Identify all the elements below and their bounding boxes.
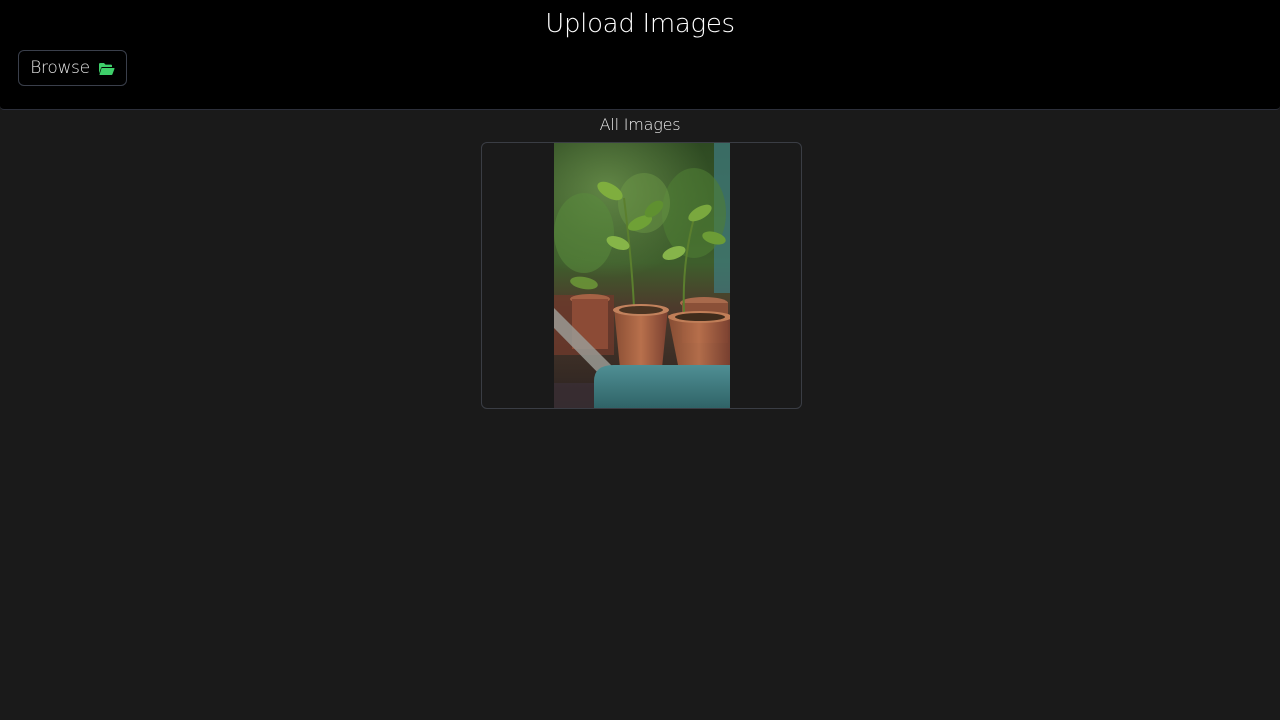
folder-open-icon: [98, 61, 115, 75]
upload-header: Upload Images Browse: [0, 0, 1280, 110]
gallery-title: All Images: [599, 115, 681, 134]
image-card[interactable]: [481, 142, 802, 409]
page-title: Upload Images: [545, 9, 735, 39]
browse-button-label: Browse: [30, 58, 90, 78]
browse-button[interactable]: Browse: [18, 50, 127, 86]
potted-seedlings-image: [554, 143, 730, 408]
